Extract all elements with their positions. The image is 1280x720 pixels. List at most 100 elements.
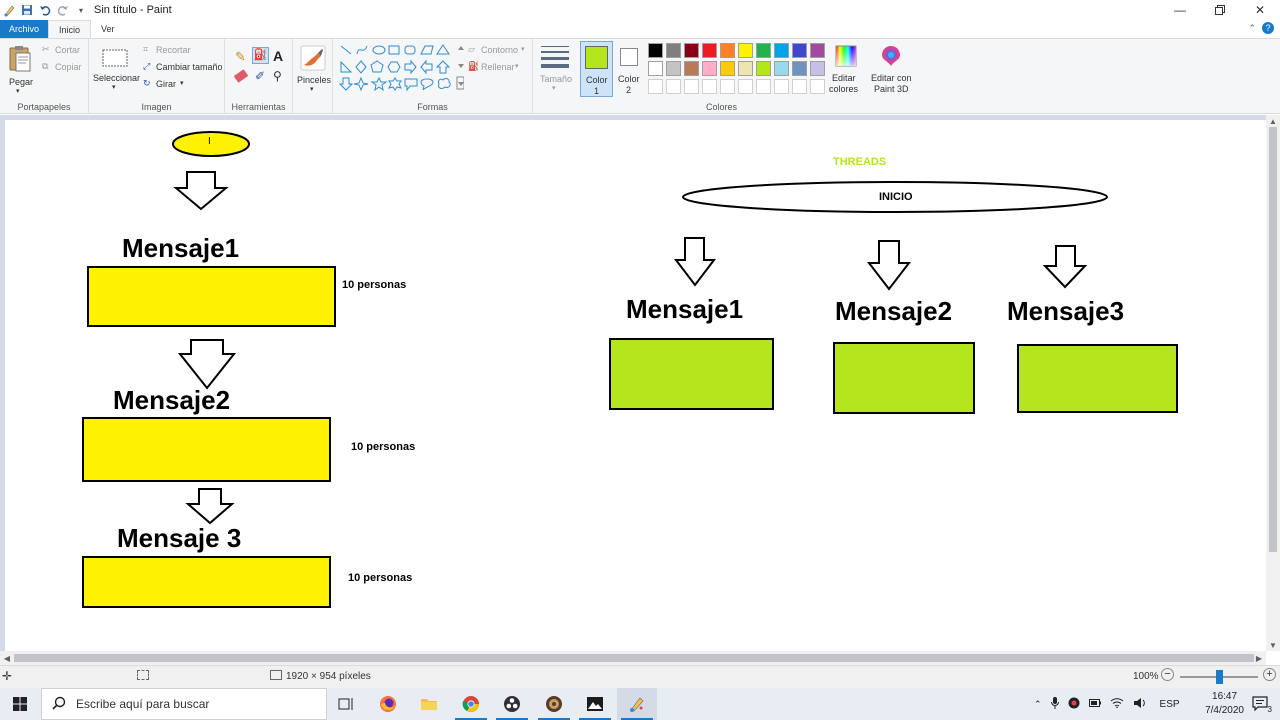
palette-swatch-empty[interactable] bbox=[810, 79, 825, 94]
palette-swatch-empty[interactable] bbox=[756, 79, 771, 94]
paint-app[interactable] bbox=[617, 688, 657, 720]
battery-icon[interactable] bbox=[1088, 698, 1101, 711]
paste-button[interactable]: Pegar ▾ bbox=[4, 43, 36, 97]
redo-icon[interactable] bbox=[56, 3, 70, 17]
file-explorer-app[interactable] bbox=[409, 688, 449, 720]
pencil-icon[interactable]: ✎ bbox=[235, 49, 246, 65]
palette-swatch[interactable] bbox=[702, 61, 717, 76]
undo-icon[interactable] bbox=[38, 3, 52, 17]
palette-swatch[interactable] bbox=[684, 43, 699, 58]
vertical-scrollbar[interactable]: ▲ ▼ bbox=[1266, 115, 1280, 651]
obs-app[interactable] bbox=[492, 688, 532, 720]
record-icon[interactable] bbox=[1068, 697, 1080, 712]
zoom-in-button[interactable]: + bbox=[1263, 668, 1276, 681]
palette-swatch[interactable] bbox=[684, 61, 699, 76]
palette-swatch[interactable] bbox=[756, 61, 771, 76]
palette-swatch[interactable] bbox=[810, 43, 825, 58]
help-icon[interactable]: ? bbox=[1262, 22, 1274, 34]
text-tool-icon[interactable]: A bbox=[273, 48, 283, 64]
tab-view[interactable]: Ver bbox=[91, 20, 125, 38]
input-language[interactable]: ESP bbox=[1160, 699, 1180, 710]
scroll-up-icon[interactable]: ▲ bbox=[1266, 115, 1280, 127]
photos-app[interactable] bbox=[575, 688, 615, 720]
show-hidden-icons-icon[interactable]: ⌃ bbox=[1034, 699, 1042, 710]
chrome-app[interactable] bbox=[451, 688, 491, 720]
cut-label: Cortar bbox=[55, 45, 81, 55]
game-app[interactable] bbox=[534, 688, 574, 720]
palette-swatch[interactable] bbox=[738, 43, 753, 58]
palette-swatch[interactable] bbox=[756, 43, 771, 58]
palette-swatch-empty[interactable] bbox=[774, 79, 789, 94]
paste-dropdown-icon[interactable]: ▾ bbox=[16, 87, 20, 95]
palette-swatch[interactable] bbox=[810, 61, 825, 76]
palette-swatch[interactable] bbox=[702, 43, 717, 58]
minimize-button[interactable]: — bbox=[1160, 0, 1200, 20]
shapes-gallery[interactable] bbox=[339, 44, 464, 94]
edit-colors-button[interactable]: Editar colores bbox=[828, 41, 864, 97]
wifi-icon[interactable] bbox=[1110, 697, 1124, 711]
copy-button[interactable]: ⧉ Copiar bbox=[42, 61, 86, 74]
microphone-icon[interactable] bbox=[1050, 696, 1059, 712]
palette-swatch[interactable] bbox=[720, 61, 735, 76]
palette-swatch[interactable] bbox=[648, 61, 663, 76]
scroll-left-icon[interactable]: ◀ bbox=[0, 651, 14, 665]
task-view-button[interactable] bbox=[326, 688, 366, 720]
color2-button[interactable]: Color 2 bbox=[615, 41, 644, 97]
horizontal-scroll-thumb[interactable] bbox=[14, 654, 1254, 662]
palette-swatch-empty[interactable] bbox=[702, 79, 717, 94]
resize-button[interactable]: ⤢ Cambiar tamaño bbox=[143, 61, 223, 74]
magnifier-icon[interactable]: ⚲ bbox=[273, 69, 282, 83]
horizontal-scrollbar[interactable]: ◀ ▶ bbox=[0, 651, 1266, 665]
color-picker-icon[interactable]: ✐ bbox=[255, 69, 265, 83]
cut-button[interactable]: ✂ Cortar bbox=[42, 44, 86, 57]
palette-swatch[interactable] bbox=[738, 61, 753, 76]
palette-swatch-empty[interactable] bbox=[684, 79, 699, 94]
palette-swatch[interactable] bbox=[774, 43, 789, 58]
palette-swatch-empty[interactable] bbox=[792, 79, 807, 94]
scroll-down-icon[interactable]: ▼ bbox=[1266, 639, 1280, 651]
color1-button[interactable]: Color 1 bbox=[580, 41, 613, 97]
palette-swatch[interactable] bbox=[774, 61, 789, 76]
select-dropdown-icon[interactable]: ▾ bbox=[112, 83, 116, 91]
emblem-icon bbox=[546, 696, 562, 712]
edit-with-paint3d-button[interactable]: Editar con Paint 3D bbox=[868, 41, 914, 97]
collapse-ribbon-icon[interactable]: ⌃ bbox=[1248, 23, 1256, 34]
crop-button[interactable]: ⌗ Recortar bbox=[143, 44, 221, 57]
taskbar-search[interactable]: Escribe aquí para buscar bbox=[41, 688, 327, 720]
palette-swatch[interactable] bbox=[792, 61, 807, 76]
outline-button[interactable]: ▱ Contorno ▾ bbox=[468, 44, 532, 57]
clock[interactable]: 16:47 7/4/2020 bbox=[1205, 690, 1244, 718]
save-icon[interactable] bbox=[20, 3, 34, 17]
rotate-button[interactable]: ↻ Girar ▾ bbox=[143, 78, 203, 91]
vertical-scroll-thumb[interactable] bbox=[1269, 127, 1277, 552]
palette-swatch[interactable] bbox=[792, 43, 807, 58]
fill-button[interactable]: ⛽ Rellenar ▾ bbox=[468, 61, 532, 74]
volume-icon[interactable] bbox=[1133, 697, 1147, 712]
palette-swatch[interactable] bbox=[720, 43, 735, 58]
restore-button[interactable] bbox=[1200, 0, 1240, 20]
palette-swatch[interactable] bbox=[666, 43, 681, 58]
palette-swatch[interactable] bbox=[666, 61, 681, 76]
close-button[interactable]: ✕ bbox=[1240, 0, 1280, 20]
firefox-app[interactable] bbox=[368, 688, 408, 720]
fill-bucket-icon[interactable]: ⛽ bbox=[252, 47, 269, 64]
brushes-button[interactable]: Pinceles ▾ bbox=[295, 43, 331, 97]
palette-swatch[interactable] bbox=[648, 43, 663, 58]
paint3d-label2: Paint 3D bbox=[874, 84, 909, 94]
palette-swatch-empty[interactable] bbox=[720, 79, 735, 94]
drawing-canvas[interactable]: I Mensaje1 10 personas Mensaje2 10 perso… bbox=[5, 120, 1266, 651]
zoom-out-button[interactable]: − bbox=[1161, 668, 1174, 681]
action-center-button[interactable]: 3 bbox=[1252, 696, 1272, 714]
palette-swatch-empty[interactable] bbox=[666, 79, 681, 94]
eraser-icon[interactable] bbox=[233, 69, 249, 83]
palette-swatch-empty[interactable] bbox=[738, 79, 753, 94]
select-button[interactable]: Seleccionar ▾ bbox=[92, 43, 140, 97]
start-button[interactable] bbox=[0, 688, 40, 720]
customize-qa-icon[interactable]: ▾ bbox=[74, 3, 88, 17]
scroll-right-icon[interactable]: ▶ bbox=[1252, 651, 1266, 665]
size-button[interactable]: Tamaño ▾ bbox=[533, 39, 577, 114]
tab-file[interactable]: Archivo bbox=[0, 20, 49, 38]
zoom-slider-thumb[interactable] bbox=[1216, 670, 1223, 684]
tab-home[interactable]: Inicio bbox=[48, 20, 92, 38]
palette-swatch-empty[interactable] bbox=[648, 79, 663, 94]
